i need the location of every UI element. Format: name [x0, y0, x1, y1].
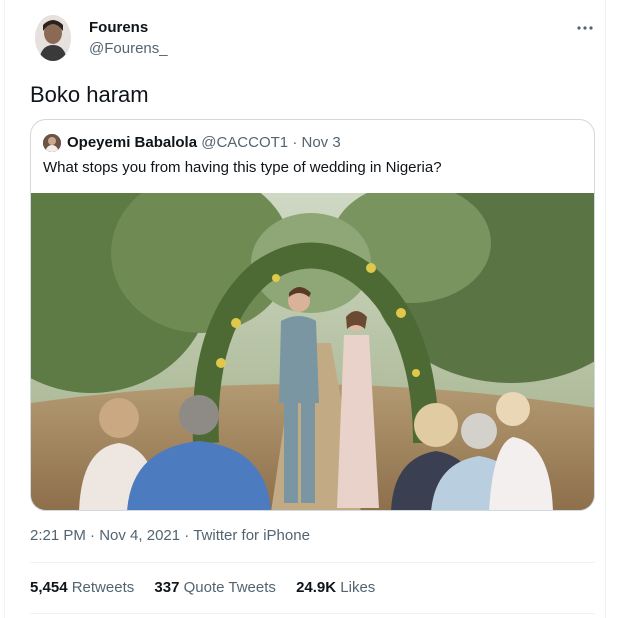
retweets-label: Retweets	[71, 579, 135, 596]
author-avatar[interactable]	[35, 15, 71, 61]
separator-dot: ·	[292, 134, 298, 151]
likes-stat[interactable]: 24.9K Likes	[296, 579, 375, 596]
tweet-date[interactable]: Nov 4, 2021	[99, 527, 180, 544]
quote-tweets-label: Quote Tweets	[183, 579, 276, 596]
likes-label: Likes	[340, 579, 376, 596]
author-name[interactable]: Fourens	[89, 19, 148, 36]
retweets-stat[interactable]: 5,454 Retweets	[30, 579, 138, 596]
quote-tweets-stat[interactable]: 337 Quote Tweets	[154, 579, 280, 596]
quoted-author-handle[interactable]: @CACCOT1	[201, 134, 288, 151]
tweet-card: Fourens @Fourens_ Boko haram Opeyemi Bab…	[4, 0, 606, 618]
author-handle[interactable]: @Fourens_	[89, 40, 168, 57]
quoted-date[interactable]: Nov 3	[301, 134, 340, 151]
more-horizontal-icon	[576, 25, 594, 31]
tweet-meta: 2:21 PM · Nov 4, 2021 · Twitter for iPho…	[30, 527, 310, 544]
divider	[30, 562, 595, 563]
tweet-source[interactable]: Twitter for iPhone	[193, 527, 310, 544]
wedding-photo[interactable]	[31, 193, 595, 511]
quoted-author-avatar[interactable]	[43, 134, 61, 152]
engagement-stats: 5,454 Retweets 337 Quote Tweets 24.9K Li…	[30, 579, 391, 596]
separator-dot: ·	[90, 527, 100, 544]
likes-count: 24.9K	[296, 579, 337, 596]
quoted-text: What stops you from having this type of …	[43, 159, 442, 176]
separator-dot: ·	[184, 527, 194, 544]
quote-tweets-count: 337	[154, 579, 180, 596]
retweets-count: 5,454	[30, 579, 68, 596]
tweet-time[interactable]: 2:21 PM	[30, 527, 86, 544]
tweet-text: Boko haram	[30, 82, 149, 107]
quoted-header: Opeyemi Babalola @CACCOT1 · Nov 3	[67, 134, 341, 152]
quoted-author-name[interactable]: Opeyemi Babalola	[67, 134, 197, 151]
quoted-tweet[interactable]: Opeyemi Babalola @CACCOT1 · Nov 3 What s…	[30, 119, 595, 511]
more-options-button[interactable]	[573, 18, 597, 38]
divider	[30, 613, 595, 614]
